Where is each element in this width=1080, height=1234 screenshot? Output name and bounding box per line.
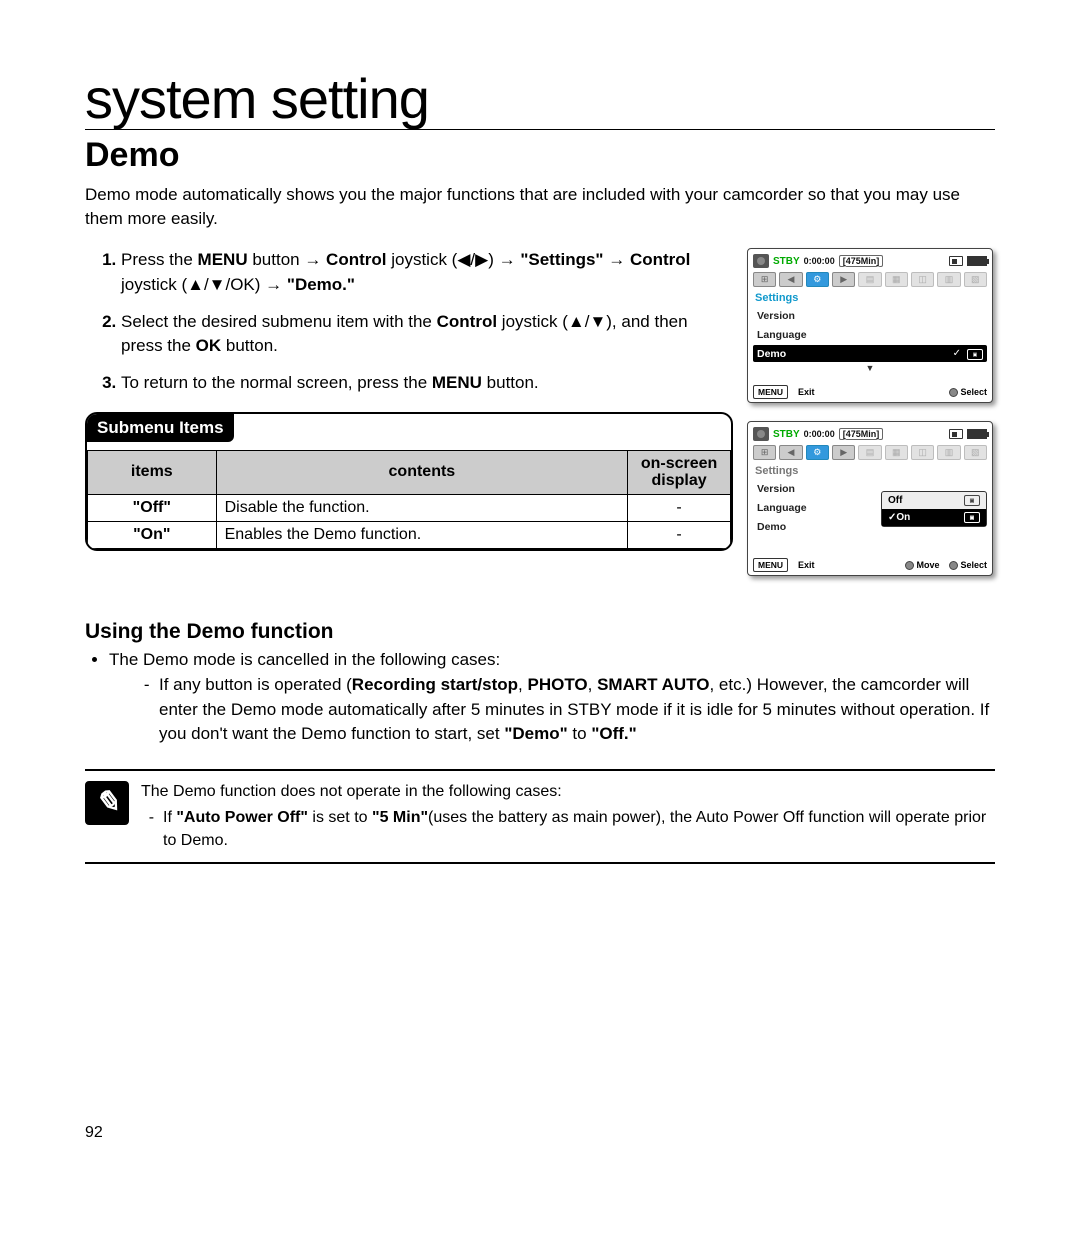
th-contents: contents — [216, 450, 628, 494]
stby-label: STBY — [773, 429, 800, 440]
table-row: "On" Enables the Demo function. - — [88, 521, 731, 548]
lcd-screenshot-1: STBY 0:00:00 [475Min] ⊞◀⚙▶▤▦◫▥▧ Settings… — [747, 248, 993, 403]
section-title: Demo — [85, 136, 995, 175]
step-2: Select the desired submenu item with the… — [121, 310, 733, 359]
note-icon: ✎ — [85, 781, 129, 825]
tab-bar: ⊞◀⚙▶▤▦◫▥▧ — [753, 272, 987, 287]
battery-icon — [967, 256, 987, 266]
tab-bar: ⊞◀⚙▶▤▦◫▥▧ — [753, 445, 987, 460]
step-3: To return to the normal screen, press th… — [121, 371, 733, 396]
settings-label: Settings — [755, 465, 987, 477]
step-1: Press the MENU button → Control joystick… — [121, 248, 733, 297]
camcorder-icon — [753, 254, 769, 268]
page-number: 92 — [85, 1124, 995, 1142]
demo-options-popup: Off▣ ✓On▣ — [881, 491, 987, 527]
menu-row-demo: Demo✓▣ — [753, 345, 987, 362]
remaining-time: [475Min] — [839, 255, 884, 267]
select-label: Select — [960, 387, 987, 397]
lcd-screenshot-2: STBY 0:00:00 [475Min] ⊞◀⚙▶▤▦◫▥▧ Settings… — [747, 421, 993, 576]
settings-label: Settings — [755, 292, 987, 304]
card-icon — [949, 256, 963, 266]
remaining-time: [475Min] — [839, 428, 884, 440]
using-list: The Demo mode is cancelled in the follow… — [85, 648, 995, 747]
using-bullet: The Demo mode is cancelled in the follow… — [109, 650, 500, 669]
th-items: items — [88, 450, 217, 494]
option-on: ✓On▣ — [882, 509, 986, 526]
move-label: Move — [916, 560, 939, 570]
submenu-table: items contents on-screen display "Off" D… — [87, 450, 731, 549]
card-icon — [949, 429, 963, 439]
intro-text: Demo mode automatically shows you the ma… — [85, 183, 995, 231]
select-label: Select — [960, 560, 987, 570]
submenu-badge: Submenu Items — [87, 414, 234, 442]
exit-label: Exit — [798, 387, 815, 397]
stby-label: STBY — [773, 256, 800, 267]
note-item: If "Auto Power Off" is set to "5 Min"(us… — [163, 807, 995, 852]
using-subitem: If any button is operated (Recording sta… — [159, 673, 995, 747]
camcorder-icon — [753, 427, 769, 441]
note-lead: The Demo function does not operate in th… — [141, 783, 562, 800]
submenu-box: Submenu Items items contents on-screen d… — [85, 412, 733, 551]
steps-list: Press the MENU button → Control joystick… — [85, 248, 733, 395]
menu-row-language: Language — [753, 326, 987, 343]
using-title: Using the Demo function — [85, 620, 995, 644]
battery-icon — [967, 429, 987, 439]
menu-button-label: MENU — [753, 558, 788, 572]
menu-button-label: MENU — [753, 385, 788, 399]
option-off: Off▣ — [882, 492, 986, 509]
chapter-title: system setting — [85, 70, 995, 130]
elapsed-time: 0:00:00 — [804, 256, 835, 266]
th-display: on-screen display — [628, 450, 731, 494]
elapsed-time: 0:00:00 — [804, 429, 835, 439]
table-row: "Off" Disable the function. - — [88, 494, 731, 521]
exit-label: Exit — [798, 560, 815, 570]
scroll-down-icon: ▼ — [866, 364, 875, 373]
note-box: ✎ The Demo function does not operate in … — [85, 769, 995, 864]
menu-row-version: Version — [753, 307, 987, 324]
